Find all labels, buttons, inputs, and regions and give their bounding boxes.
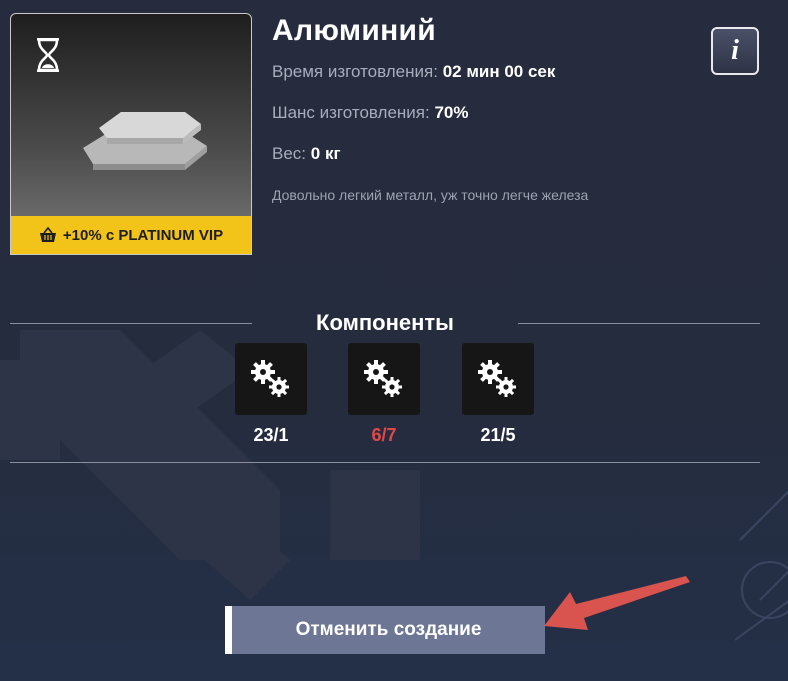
divider-right [518,323,760,324]
craft-chance-row: Шанс изготовления: 70% [272,103,469,123]
info-button[interactable]: i [711,27,759,75]
annotation-arrow-icon [544,576,690,630]
weight-value: 0 кг [310,144,341,163]
craft-chance-label: Шанс изготовления: [272,103,430,122]
aluminum-ingot-image [83,112,207,170]
weight-row: Вес: 0 кг [272,144,341,164]
component-slot[interactable]: 21/5 [461,343,535,446]
item-description: Довольно легкий металл, уж точно легче ж… [272,187,589,203]
component-icon-box [462,343,534,415]
gears-icon [364,360,402,397]
vip-bonus-banner: +10% с PLATINUM VIP [11,216,251,254]
gears-icon [251,360,289,397]
craft-time-label: Время изготовления: [272,62,438,81]
vip-bonus-text: +10% с PLATINUM VIP [62,226,224,244]
component-slot[interactable]: 23/1 [234,343,308,446]
component-icon-box [348,343,420,415]
weight-label: Вес: [272,144,307,163]
component-count: 21/5 [480,425,516,445]
craft-time-row: Время изготовления: 02 мин 00 сек [272,62,555,82]
component-slot[interactable]: 6/7 [347,343,421,446]
divider-bottom [10,462,760,463]
hourglass-icon [37,38,59,72]
divider-left [10,323,252,324]
component-count: 23/1 [253,425,289,445]
cancel-crafting-button[interactable]: Отменить создание [225,606,545,654]
item-title: Алюминий [272,14,436,47]
gears-icon [478,360,516,397]
basket-icon [39,227,56,242]
item-image-card: +10% с PLATINUM VIP [10,13,252,255]
components-title: Компоненты [316,310,454,335]
component-count: 6/7 [371,425,397,445]
craft-time-value: 02 мин 00 сек [442,62,556,81]
component-icon-box [235,343,307,415]
craft-chance-value: 70% [434,103,469,122]
